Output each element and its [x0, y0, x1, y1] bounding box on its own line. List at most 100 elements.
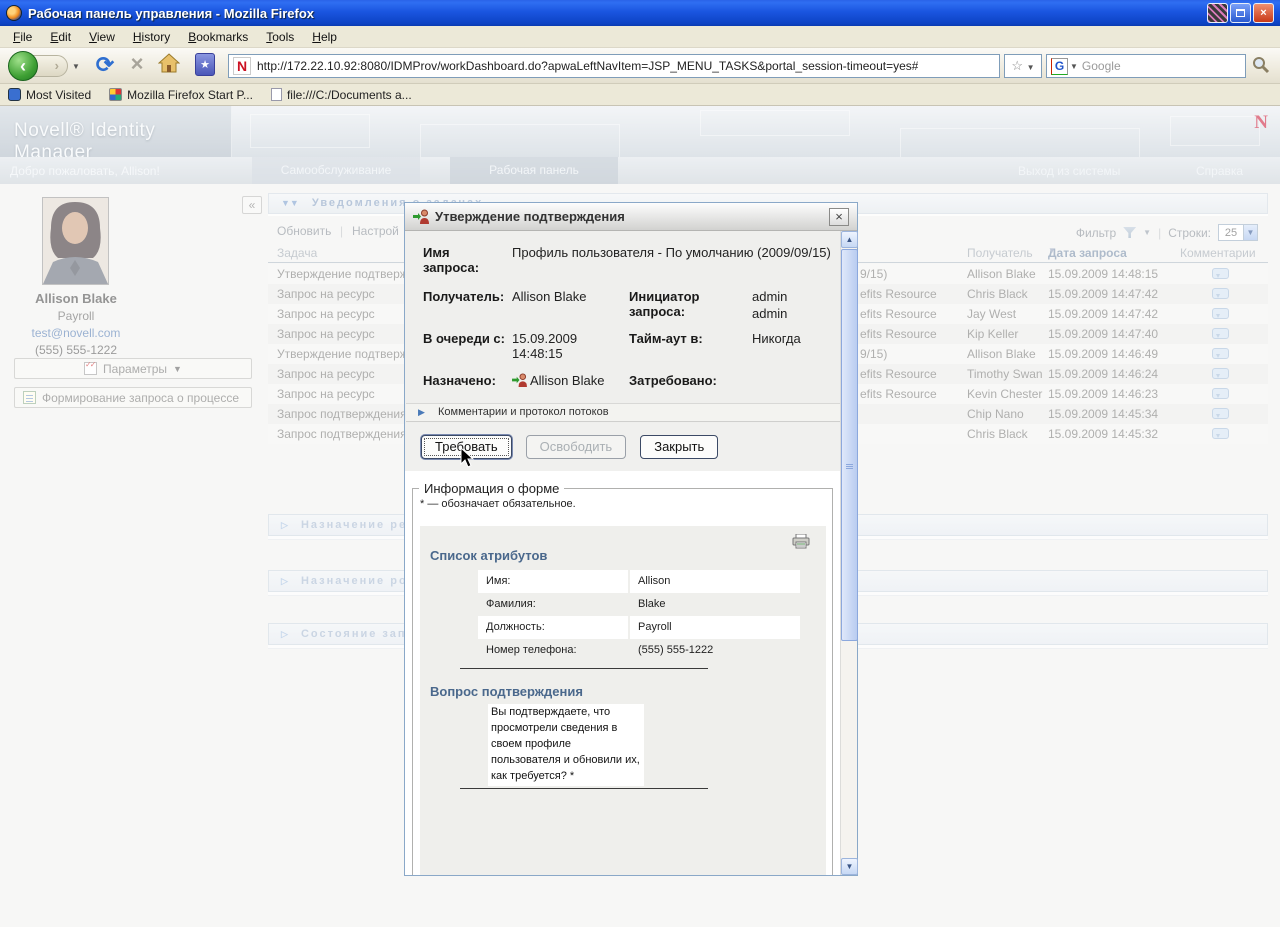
attr-label: Должность: [478, 616, 628, 639]
magnifier-icon [1252, 56, 1270, 74]
comments-expander-label: Комментарии и протокол потоков [438, 406, 609, 418]
request-name-value: Профиль пользователя - По умолчанию (200… [512, 245, 834, 260]
dialog-close-icon[interactable]: × [829, 208, 849, 226]
url-bar[interactable]: N http://172.22.10.92:8080/IDMProv/workD… [228, 54, 1000, 78]
screen: Рабочая панель управления - Mozilla Fire… [0, 0, 1280, 927]
bookmark-label: file:///C:/Documents a... [287, 88, 412, 102]
attribute-row: Должность: Payroll [478, 616, 800, 639]
bookmark-book-icon: ★ [195, 53, 215, 76]
recipient-value: Allison Blake [512, 289, 586, 304]
initiator-label: Инициатор запроса: [629, 289, 724, 319]
search-go-button[interactable] [1252, 56, 1270, 79]
form-info-legend: Информация о форме [419, 481, 564, 496]
bookmarks-toolbar: Most Visited Mozilla Firefox Start P... … [0, 84, 1280, 106]
bookmark-firefox-start[interactable]: Mozilla Firefox Start P... [109, 88, 253, 102]
firefox-start-icon [109, 88, 122, 101]
mouse-cursor [460, 447, 475, 474]
assigned-value: Allison Blake [512, 373, 604, 390]
scroll-down-icon[interactable]: ▼ [841, 858, 858, 875]
home-button[interactable] [156, 52, 182, 78]
google-engine-icon: G [1051, 58, 1068, 75]
attribute-table: Имя: Allison Фамилия: Blake Должность: P… [478, 570, 800, 662]
most-visited-icon [8, 88, 21, 101]
request-name-label: Имя запроса: [423, 245, 505, 275]
attr-value: (555) 555-1222 [630, 639, 800, 662]
assigned-label: Назначено: [423, 373, 496, 388]
timeout-label: Тайм-аут в: [629, 331, 703, 346]
menu-edit[interactable]: Edit [41, 27, 80, 47]
print-icon[interactable] [792, 534, 810, 554]
minimize-button[interactable] [1207, 3, 1228, 23]
menu-tools[interactable]: Tools [257, 27, 303, 47]
bookmark-file[interactable]: file:///C:/Documents a... [271, 88, 412, 102]
file-icon [271, 88, 282, 101]
comments-expander[interactable]: ▶ Комментарии и протокол потоков [406, 403, 840, 422]
attr-label: Имя: [478, 570, 628, 593]
history-dropdown-icon[interactable]: ▼ [72, 62, 80, 71]
attr-label: Номер телефона: [478, 639, 628, 662]
attr-value: Allison [630, 570, 800, 593]
form-body: Список атрибутов Имя: Allison Фамилия: B… [420, 526, 826, 875]
attr-value: Payroll [630, 616, 800, 639]
attr-value: Blake [630, 593, 800, 616]
attribute-row: Номер телефона: (555) 555-1222 [478, 639, 800, 662]
back-button[interactable]: ‹ [8, 51, 38, 81]
dialog-body: Имя запроса: Профиль пользователя - По у… [405, 231, 841, 875]
menu-bar: File Edit View History Bookmarks Tools H… [0, 26, 1280, 48]
release-button[interactable]: Освободить [526, 435, 627, 459]
url-text[interactable]: http://172.22.10.92:8080/IDMProv/workDas… [257, 59, 918, 73]
assigned-user-icon [512, 373, 527, 390]
close-button[interactable]: × [1253, 3, 1274, 23]
home-icon [158, 52, 180, 74]
divider [460, 668, 708, 669]
claimed-label: Затребовано: [629, 373, 717, 388]
queued-label: В очереди с: [423, 331, 505, 346]
window-title: Рабочая панель управления - Mozilla Fire… [28, 6, 1207, 21]
bookmark-label: Most Visited [26, 88, 91, 102]
stop-button[interactable]: × [124, 52, 150, 78]
queued-value: 15.09.2009 14:48:15 [512, 331, 598, 361]
site-favicon: N [233, 57, 251, 75]
task-detail-dialog: Утверждение подтверждения × Имя запроса:… [404, 202, 858, 876]
dialog-scrollbar[interactable]: ▲ ▼ [840, 231, 857, 875]
recipient-label: Получатель: [423, 289, 504, 304]
bookmarks-sidebar-button[interactable]: ★ [192, 52, 218, 78]
menu-help[interactable]: Help [303, 27, 346, 47]
attribute-row: Фамилия: Blake [478, 593, 800, 616]
search-box[interactable]: G ▼ Google [1046, 54, 1246, 78]
menu-bookmarks[interactable]: Bookmarks [179, 27, 257, 47]
menu-view[interactable]: View [80, 27, 124, 47]
scrollbar-thumb[interactable] [841, 249, 858, 641]
claim-user-icon [413, 209, 429, 224]
close-task-button[interactable]: Закрыть [640, 435, 718, 459]
search-placeholder[interactable]: Google [1082, 59, 1121, 73]
divider [460, 788, 708, 789]
expander-arrow-icon: ▶ [418, 407, 425, 417]
confirmation-question-heading: Вопрос подтверждения [430, 684, 583, 699]
restore-button[interactable] [1230, 3, 1251, 23]
restore-icon [1236, 9, 1245, 17]
dialog-titlebar: Утверждение подтверждения × [405, 203, 857, 231]
dialog-title: Утверждение подтверждения [435, 209, 829, 224]
reload-button[interactable]: ⟳ [92, 52, 118, 78]
attr-label: Фамилия: [478, 593, 628, 616]
attribute-list-heading: Список атрибутов [430, 548, 547, 563]
bookmark-star-button[interactable]: ☆ ▼ [1004, 54, 1042, 78]
form-detail-area: Информация о форме * — обозначает обязат… [405, 471, 841, 875]
confirmation-question-text: Вы подтверждаете, что просмотрели сведен… [488, 704, 644, 786]
initiator-value-2: admin [752, 306, 787, 321]
navigation-toolbar: › ‹ ▼ ⟳ × ★ N http://172.22.10.92:8080/I… [0, 48, 1280, 84]
required-note: * — обозначает обязательное. [420, 498, 832, 510]
menu-history[interactable]: History [124, 27, 179, 47]
scroll-up-icon[interactable]: ▲ [841, 231, 858, 248]
initiator-value-1: admin [752, 289, 787, 304]
attribute-row: Имя: Allison [478, 570, 800, 593]
bookmark-label: Mozilla Firefox Start P... [127, 88, 253, 102]
engine-dropdown-icon[interactable]: ▼ [1070, 62, 1078, 71]
menu-file[interactable]: File [4, 27, 41, 47]
timeout-value: Никогда [752, 331, 801, 346]
firefox-icon [6, 5, 22, 21]
window-titlebar: Рабочая панель управления - Mozilla Fire… [0, 0, 1280, 26]
bookmark-most-visited[interactable]: Most Visited [8, 88, 91, 102]
form-info-fieldset: Информация о форме * — обозначает обязат… [412, 481, 833, 875]
